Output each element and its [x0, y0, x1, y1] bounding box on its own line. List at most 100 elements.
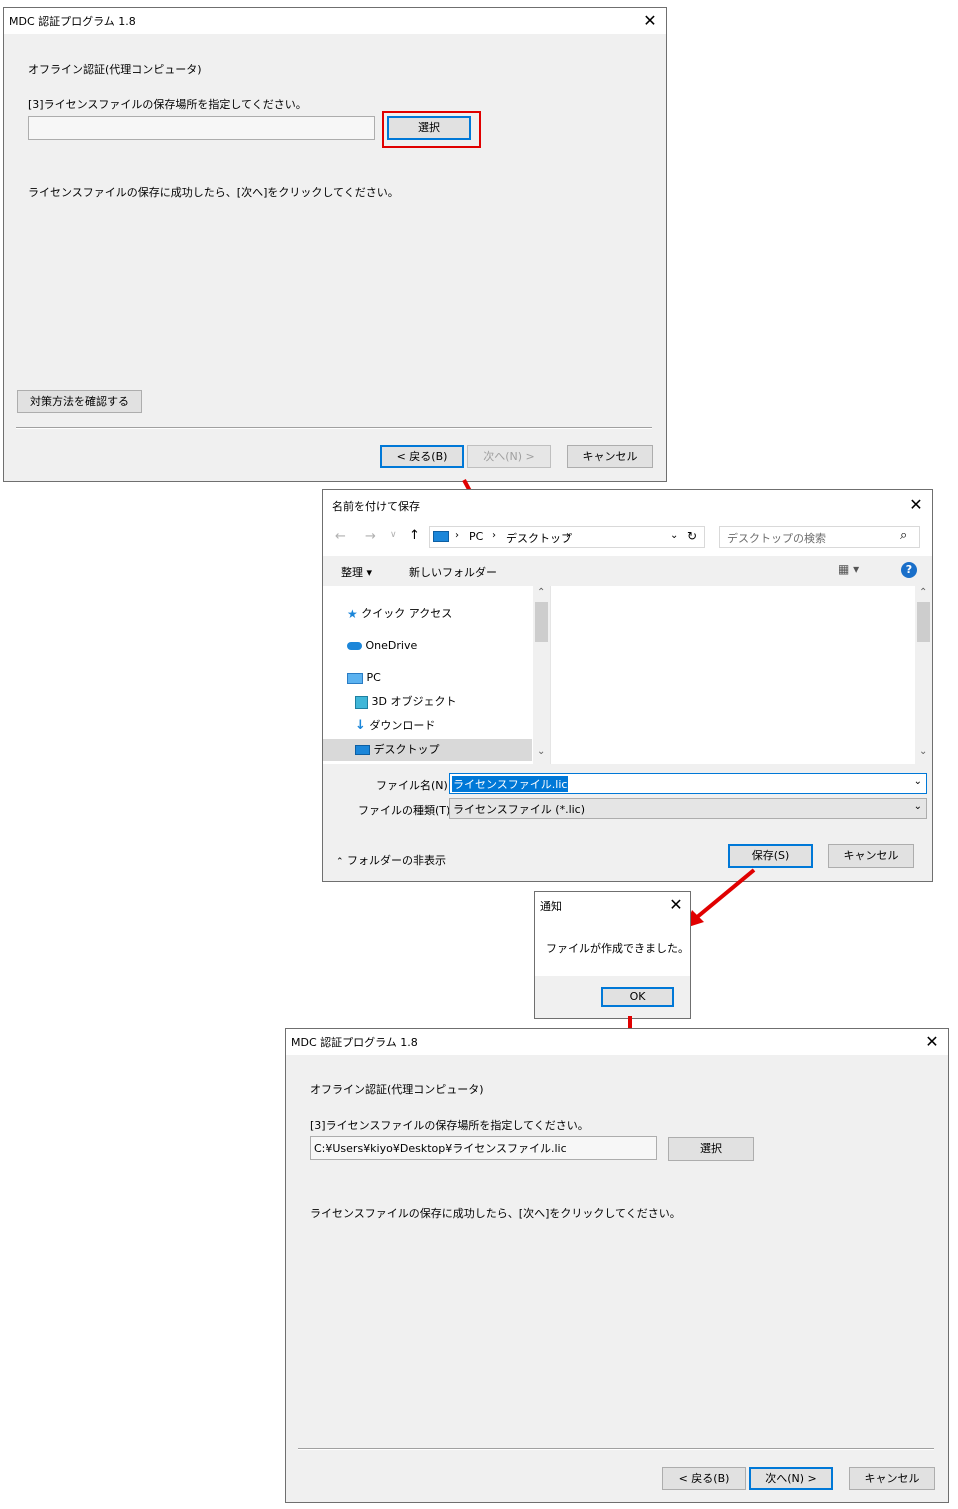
auth-window-step3: MDC 認証プログラム 1.8 ✕ オフライン認証(代理コンピュータ) [3]ラ… — [285, 1028, 949, 1503]
desktop-icon — [355, 745, 370, 755]
up-arrow-icon[interactable]: ↑ — [409, 528, 420, 543]
scroll-up-icon[interactable]: ⌃ — [919, 587, 927, 598]
scroll-thumb[interactable] — [535, 602, 548, 642]
nav-onedrive[interactable]: OneDrive — [347, 635, 417, 657]
file-list-area[interactable]: ⌃ ⌄ — [551, 586, 932, 764]
nav-label: OneDrive — [365, 639, 418, 652]
nav-desktop-selected[interactable]: デスクトップ — [323, 739, 532, 761]
back-arrow-icon[interactable]: ← — [335, 529, 346, 544]
next-button[interactable]: 次へ(N) > — [749, 1467, 833, 1490]
cancel-button[interactable]: キャンセル — [567, 445, 653, 468]
notice-dialog: 通知 ✕ ファイルが作成できました。 OK — [534, 891, 691, 1019]
toolbar: 整理 ▾ 新しいフォルダー ▦ ▾ ? — [323, 556, 932, 586]
page-heading: オフライン認証(代理コンピュータ) — [310, 1083, 484, 1096]
auth-window-step1: MDC 認証プログラム 1.8 ✕ オフライン認証(代理コンピュータ) [3]ラ… — [3, 7, 667, 482]
download-arrow-icon: ↓ — [355, 718, 366, 733]
page-heading: オフライン認証(代理コンピュータ) — [28, 63, 202, 76]
chevron-right-icon: › — [566, 530, 570, 541]
dialog-title: 通知 — [540, 900, 562, 913]
search-icon: ⌕ — [900, 528, 908, 543]
scroll-up-icon[interactable]: ⌃ — [537, 587, 545, 598]
nav-label: ダウンロード — [369, 719, 436, 732]
title-bar: 名前を付けて保存 ✕ — [323, 490, 932, 520]
nav-downloads[interactable]: ↓ ダウンロード — [355, 715, 435, 737]
filetype-select[interactable]: ライセンスファイル (*.lic) ⌄ — [449, 798, 927, 819]
notice-body: 通知 ✕ ファイルが作成できました。 — [535, 892, 690, 976]
close-icon[interactable]: ✕ — [900, 490, 932, 520]
file-list-scrollbar[interactable]: ⌃ ⌄ — [915, 586, 932, 764]
footer-divider — [16, 427, 652, 429]
help-icon[interactable]: ? — [901, 562, 917, 578]
scroll-down-icon[interactable]: ⌄ — [919, 746, 927, 757]
save-path-field[interactable] — [28, 116, 375, 140]
address-row: ← → ∨ ↑ › PC › デスクトップ › ⌄ ↻ デスクトップの検索 ⌕ — [323, 520, 932, 556]
filetype-value: ライセンスファイル (*.lic) — [453, 803, 586, 816]
nav-label: デスクトップ — [373, 743, 440, 756]
chevron-right-icon: › — [492, 530, 496, 541]
filename-label: ファイル名(N): — [376, 779, 452, 792]
nav-label: PC — [366, 671, 381, 684]
search-box[interactable]: デスクトップの検索 ⌕ — [719, 526, 920, 548]
instruction-text: [3]ライセンスファイルの保存場所を指定してください。 — [28, 98, 307, 111]
save-path-field[interactable]: C:¥Users¥kiyo¥Desktop¥ライセンスファイル.lic — [310, 1136, 657, 1160]
chevron-down-icon: ⌄ — [913, 801, 922, 812]
nav-3d-objects[interactable]: 3D オブジェクト — [355, 691, 456, 713]
back-button[interactable]: < 戻る(B) — [662, 1467, 746, 1490]
close-icon[interactable]: ✕ — [662, 892, 690, 918]
cancel-button[interactable]: キャンセル — [849, 1467, 935, 1490]
select-button[interactable]: 選択 — [668, 1137, 754, 1161]
filename-value: ライセンスファイル.lic — [452, 776, 569, 792]
highlight-box — [382, 111, 481, 148]
window-title: MDC 認証プログラム 1.8 — [291, 1036, 418, 1049]
fix-method-button[interactable]: 対策方法を確認する — [17, 390, 142, 413]
dialog-title: 名前を付けて保存 — [332, 500, 420, 513]
save-as-dialog: 名前を付けて保存 ✕ ← → ∨ ↑ › PC › デスクトップ › ⌄ ↻ デ… — [322, 489, 933, 882]
hide-folders-toggle[interactable]: ⌃ フォルダーの非表示 — [336, 852, 446, 868]
pc-folder-icon — [433, 531, 449, 542]
breadcrumb-desktop[interactable]: デスクトップ — [506, 530, 572, 546]
filename-input[interactable]: ライセンスファイル.lic ⌄ — [449, 773, 927, 794]
recent-dropdown-icon[interactable]: ∨ — [390, 530, 397, 540]
nav-pc[interactable]: PC — [347, 667, 381, 689]
chevron-right-icon: › — [455, 530, 459, 541]
chevron-up-icon: ⌃ — [336, 857, 344, 867]
navigation-pane: ★ クイック アクセス OneDrive PC 3D オブジェクト ↓ ダウンロ… — [323, 586, 550, 764]
back-button[interactable]: < 戻る(B) — [380, 445, 464, 468]
forward-arrow-icon[interactable]: → — [365, 529, 376, 544]
nav-scrollbar[interactable]: ⌃ ⌄ — [533, 586, 550, 764]
star-icon: ★ — [347, 607, 358, 621]
organize-menu[interactable]: 整理 ▾ — [341, 564, 372, 580]
close-icon[interactable]: ✕ — [634, 8, 666, 34]
cube-icon — [355, 695, 368, 709]
nav-quick-access[interactable]: ★ クイック アクセス — [347, 603, 452, 625]
hide-folders-label: フォルダーの非表示 — [347, 854, 447, 867]
instruction-text: [3]ライセンスファイルの保存場所を指定してください。 — [310, 1119, 589, 1132]
new-folder-button[interactable]: 新しいフォルダー — [409, 564, 497, 580]
instruction-note: ライセンスファイルの保存に成功したら、[次へ]をクリックしてください。 — [28, 186, 399, 199]
computer-icon — [347, 672, 363, 684]
cancel-button[interactable]: キャンセル — [828, 844, 914, 868]
ok-button[interactable]: OK — [601, 987, 674, 1007]
filetype-label: ファイルの種類(T): — [358, 804, 455, 817]
nav-label: 3D オブジェクト — [371, 695, 457, 708]
title-bar: MDC 認証プログラム 1.8 ✕ — [4, 8, 666, 34]
window-title: MDC 認証プログラム 1.8 — [9, 15, 136, 28]
close-icon[interactable]: ✕ — [916, 1029, 948, 1055]
refresh-icon[interactable]: ↻ — [687, 529, 697, 543]
search-placeholder: デスクトップの検索 — [727, 532, 826, 545]
scroll-thumb[interactable] — [917, 602, 930, 642]
footer-divider — [298, 1448, 934, 1450]
breadcrumb-pc[interactable]: PC — [469, 530, 483, 543]
scroll-down-icon[interactable]: ⌄ — [537, 746, 545, 757]
chevron-down-icon[interactable]: ⌄ — [914, 776, 922, 787]
instruction-note: ライセンスファイルの保存に成功したら、[次へ]をクリックしてください。 — [310, 1207, 681, 1220]
chevron-down-icon[interactable]: ⌄ — [670, 530, 678, 541]
view-options-icon[interactable]: ▦ ▾ — [838, 562, 859, 576]
cloud-icon — [347, 642, 362, 650]
next-button: 次へ(N) > — [467, 445, 551, 468]
nav-label: クイック アクセス — [361, 607, 453, 620]
save-button[interactable]: 保存(S) — [728, 844, 813, 868]
title-bar: MDC 認証プログラム 1.8 ✕ — [286, 1029, 948, 1055]
address-bar[interactable]: › PC › デスクトップ › ⌄ ↻ — [429, 526, 705, 548]
notice-message: ファイルが作成できました。 — [546, 942, 689, 955]
